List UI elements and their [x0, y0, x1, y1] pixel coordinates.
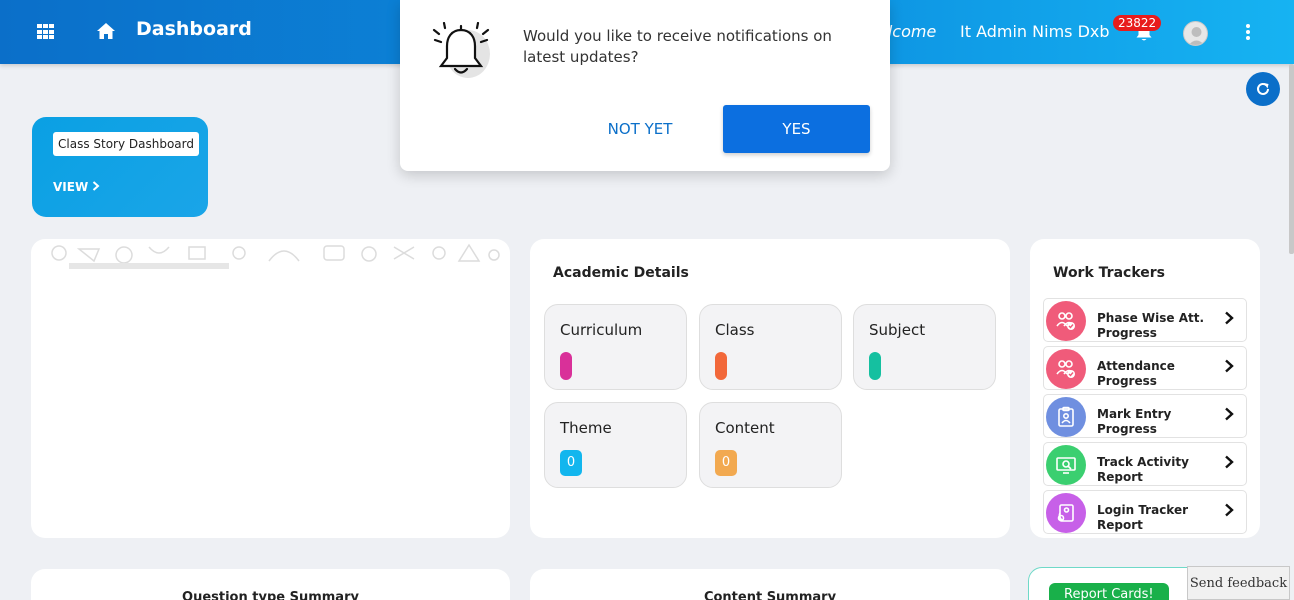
view-link[interactable]: VIEW [53, 180, 100, 194]
tracker-attendance[interactable]: Attendance Progress [1043, 346, 1247, 390]
curriculum-label: Curriculum [560, 321, 643, 339]
home-icon[interactable] [96, 22, 116, 40]
tracker-login[interactable]: Login Tracker Report [1043, 490, 1247, 534]
content-card[interactable]: Content 0 [699, 402, 842, 488]
chevron-right-icon [1225, 503, 1234, 517]
subject-card[interactable]: Subject [853, 304, 996, 390]
avatar[interactable] [1183, 21, 1208, 46]
tracker-mark-entry[interactable]: Mark Entry Progress [1043, 394, 1247, 438]
group-check-icon [1046, 349, 1086, 389]
class-card[interactable]: Class [699, 304, 842, 390]
curriculum-count [560, 352, 572, 380]
page-title: Dashboard [136, 18, 252, 40]
theme-card[interactable]: Theme 0 [544, 402, 687, 488]
tracker-label: Phase Wise Att. Progress [1097, 311, 1205, 340]
academic-details-title: Academic Details [553, 265, 689, 281]
tracker-track-activity[interactable]: Track Activity Report [1043, 442, 1247, 486]
refresh-button[interactable] [1246, 72, 1280, 106]
tracker-phase-wise-attendance[interactable]: Phase Wise Att. Progress [1043, 298, 1247, 342]
content-summary-title: Content Summary [703, 590, 837, 600]
chevron-right-icon [1225, 359, 1234, 373]
class-story-label: Class Story Dashboard [53, 132, 200, 156]
academic-details-panel: Academic Details Curriculum Class Subjec… [530, 239, 1010, 538]
content-count: 0 [715, 450, 737, 476]
notification-badge: 23822 [1113, 15, 1162, 31]
group-check-icon [1046, 301, 1086, 341]
subject-label: Subject [869, 321, 926, 339]
work-trackers-title: Work Trackers [1053, 265, 1165, 281]
subject-count [869, 352, 881, 380]
curriculum-card[interactable]: Curriculum [544, 304, 687, 390]
more-vert-icon[interactable] [1245, 24, 1251, 40]
class-count [715, 352, 727, 380]
class-story-card: Class Story Dashboard VIEW [32, 117, 208, 217]
user-name[interactable]: It Admin Nims Dxb [960, 22, 1110, 41]
view-label: VIEW [53, 180, 89, 194]
apps-grid-icon[interactable] [37, 24, 54, 40]
class-story-panel [31, 239, 510, 538]
tracker-label: Track Activity Report [1097, 455, 1189, 484]
clipboard-icon [1046, 397, 1086, 437]
class-label: Class [715, 321, 755, 339]
chevron-right-icon [1225, 311, 1234, 325]
login-tracker-icon [1046, 493, 1086, 533]
notification-prompt: Would you like to receive notifications … [400, 0, 890, 171]
doodle-banner [51, 243, 500, 269]
not-yet-button[interactable]: NOT YET [586, 105, 694, 153]
refresh-icon [1257, 82, 1269, 95]
send-feedback-button[interactable]: Send feedback [1187, 566, 1290, 600]
tracker-label: Login Tracker Report [1097, 503, 1189, 532]
chevron-right-icon [93, 181, 100, 191]
chevron-right-icon [1225, 407, 1234, 421]
tracker-label: Mark Entry Progress [1097, 407, 1172, 436]
question-summary-title: Question type Summary [182, 590, 359, 600]
work-trackers-panel: Work Trackers Phase Wise Att. Progress A… [1030, 239, 1260, 538]
bell-icon [432, 22, 490, 78]
report-cards-button[interactable]: Report Cards! [1049, 583, 1169, 600]
content-label: Content [715, 419, 775, 437]
content-summary-panel: Content Summary [530, 569, 1010, 600]
theme-count: 0 [560, 450, 582, 476]
question-summary-panel: Question type Summary [31, 569, 510, 600]
notification-message: Would you like to receive notifications … [523, 27, 832, 66]
yes-button[interactable]: YES [723, 105, 870, 153]
theme-label: Theme [560, 419, 612, 437]
monitor-search-icon [1046, 445, 1086, 485]
tracker-label: Attendance Progress [1097, 359, 1175, 388]
chevron-right-icon [1225, 455, 1234, 469]
scrollbar[interactable] [1289, 64, 1294, 254]
